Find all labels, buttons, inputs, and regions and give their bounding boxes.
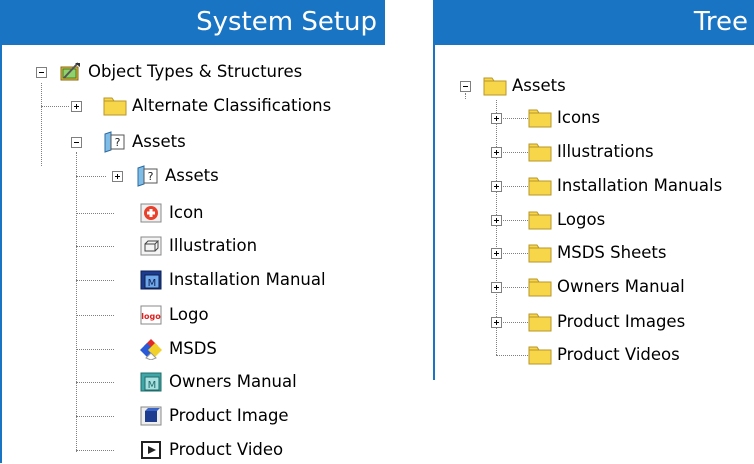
tree-item-illustrations-folder[interactable]: Illustrations: [527, 138, 654, 166]
folder-icon: [527, 276, 552, 298]
collapse-toggle-assets[interactable]: [71, 137, 82, 148]
svg-text:M: M: [148, 380, 157, 391]
folder-icon: [527, 344, 552, 366]
tree-item-assets-subtype[interactable]: ? Assets: [135, 162, 219, 190]
tree-item-label: Assets: [165, 166, 219, 185]
tree-item-alternate-classifications[interactable]: Alternate Classifications: [102, 92, 331, 120]
logo-icon: logo: [139, 304, 163, 326]
tree-item-label: MSDS: [169, 339, 217, 358]
tree-item-label: Owners Manual: [557, 277, 685, 296]
tree-item-msds-sheets-folder[interactable]: MSDS Sheets: [527, 239, 666, 267]
tree-item-label: Logos: [557, 210, 606, 229]
tree-item-label: MSDS Sheets: [557, 243, 667, 262]
product-video-icon: [139, 439, 163, 461]
expand-toggle-assets-child[interactable]: [112, 171, 123, 182]
tree-item-owners-manual[interactable]: M Owners Manual: [139, 368, 297, 396]
tree-item-installation-manuals-folder[interactable]: Installation Manuals: [527, 172, 722, 200]
tree-item-object-types[interactable]: Object Types & Structures: [58, 58, 302, 86]
product-image-icon: [139, 405, 163, 427]
asset-type-icon: ?: [102, 131, 126, 153]
asset-type-icon: ?: [135, 165, 159, 187]
folder-icon: [527, 107, 552, 129]
folder-icon: [527, 141, 552, 163]
expand-toggle-alternate-classifications[interactable]: [71, 101, 82, 112]
tree-item-product-videos-folder[interactable]: Product Videos: [527, 341, 680, 369]
icon-asset-icon: [139, 202, 163, 224]
tree-item-label: Illustration: [169, 236, 258, 255]
folder-icon: [527, 175, 552, 197]
owners-manual-icon: M: [139, 371, 163, 393]
tree-item-logos-folder[interactable]: Logos: [527, 206, 605, 234]
collapse-toggle-object-types[interactable]: [36, 67, 47, 78]
expand-toggle-msds-sheets[interactable]: [491, 248, 502, 259]
assets-tree: Assets Icons Illustrations Installation …: [435, 0, 754, 380]
tree-item-icon[interactable]: Icon: [139, 199, 204, 227]
tree-item-icons-folder[interactable]: Icons: [527, 104, 600, 132]
installation-manual-icon: M: [139, 269, 163, 291]
illustration-icon: [139, 235, 163, 257]
tree-item-label: Installation Manuals: [557, 176, 723, 195]
expand-toggle-owners-manual[interactable]: [491, 282, 502, 293]
tree-item-label: Product Videos: [557, 345, 680, 364]
tree-item-label: Product Images: [557, 312, 686, 331]
folder-icon: [527, 311, 552, 333]
svg-text:?: ?: [148, 170, 154, 183]
tree-item-assets-root[interactable]: Assets: [482, 72, 566, 100]
expand-toggle-icons[interactable]: [491, 113, 502, 124]
tree-item-label: Icon: [169, 203, 204, 222]
folder-icon: [527, 242, 552, 264]
tree-item-label: Illustrations: [557, 142, 654, 161]
folder-icon: [482, 75, 507, 97]
collapse-toggle-assets-root[interactable]: [460, 81, 471, 92]
tree-item-logo[interactable]: logo Logo: [139, 301, 209, 329]
expand-toggle-product-images[interactable]: [491, 317, 502, 328]
tree-item-owners-manual-folder[interactable]: Owners Manual: [527, 273, 685, 301]
tree-item-label: Icons: [557, 108, 601, 127]
tree-item-msds[interactable]: MSDS: [139, 335, 217, 363]
tree-item-label: Assets: [512, 76, 566, 95]
expand-toggle-illustrations[interactable]: [491, 147, 502, 158]
tree-item-product-video[interactable]: Product Video: [139, 436, 283, 464]
tree-item-label: Assets: [132, 132, 186, 151]
tree-item-label: Object Types & Structures: [88, 62, 303, 81]
tree-panel: Tree Assets Icons Illustrations Installa…: [433, 0, 754, 380]
tree-item-label: Product Video: [169, 440, 284, 459]
system-setup-tree: Object Types & Structures Alternate Clas…: [2, 0, 385, 463]
tree-item-installation-manual[interactable]: M Installation Manual: [139, 266, 326, 294]
svg-text:logo: logo: [141, 312, 161, 321]
svg-text:?: ?: [115, 136, 121, 149]
tree-item-label: Logo: [169, 305, 209, 324]
tree-item-label: Installation Manual: [169, 270, 326, 289]
svg-text:M: M: [148, 278, 157, 289]
tree-item-product-image[interactable]: Product Image: [139, 402, 289, 430]
tree-item-label: Alternate Classifications: [132, 96, 332, 115]
system-setup-panel: System Setup Object Types & Structures A…: [0, 0, 385, 463]
tree-item-product-images-folder[interactable]: Product Images: [527, 308, 685, 336]
tree-item-label: Owners Manual: [169, 372, 297, 391]
object-types-icon: [58, 61, 82, 83]
folder-icon: [102, 95, 127, 117]
tree-item-assets-type[interactable]: ? Assets: [102, 128, 186, 156]
msds-icon: [139, 338, 163, 360]
tree-item-label: Product Image: [169, 406, 289, 425]
folder-icon: [527, 209, 552, 231]
expand-toggle-installation-manuals[interactable]: [491, 181, 502, 192]
tree-item-illustration[interactable]: Illustration: [139, 232, 257, 260]
expand-toggle-logos[interactable]: [491, 215, 502, 226]
